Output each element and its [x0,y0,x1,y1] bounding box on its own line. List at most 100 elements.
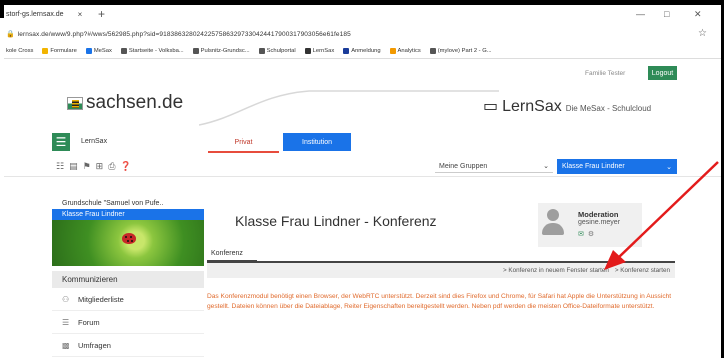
lock-icon: 🔒 [6,31,15,38]
sachsen-brand-text: sachsen.de [86,92,184,113]
sidebar-item-forum[interactable]: ☰ Forum [52,311,204,334]
help-icon[interactable]: ❓ [120,161,131,172]
bookmark-favicon-icon [120,48,127,54]
nav-menu-label[interactable]: LernSax [81,138,107,145]
avatar [542,209,564,237]
tab-konferenz[interactable]: Konferenz [207,246,257,262]
bookmark-label: MeSax [93,48,112,54]
bookmarks-bar: kole Cross Formulare MeSax Startseite - Vol… [4,44,721,59]
browser-tab[interactable]: storf-gs.lernsax.de × [4,5,84,24]
bookmark-label: Anmeldung [351,48,381,54]
bookmark-label: Pulsnitz-Grundsc... [200,48,250,54]
group-select-value: Meine Gruppen [439,162,488,170]
sitemap-icon[interactable]: ☷ [56,161,64,172]
monitor-icon: ▭ [483,98,499,115]
header-swoosh [199,90,499,126]
bookmark-favicon-icon [389,48,396,54]
add-icon[interactable]: ⊞ [96,161,104,172]
sidebar-item-members[interactable]: ⚇ Mitgliederliste [52,288,204,311]
bookmark-item[interactable]: MeSax [85,48,112,54]
bookmark-item[interactable]: Pulsnitz-Grundsc... [192,48,250,54]
conference-action-bar: > Konferenz in neuem Fenster starten > K… [207,263,675,278]
tool-row: ☷ ▤ ⚑ ⊞ ⎙ ❓ Meine Gruppen ⌄ Klasse Frau … [4,157,721,177]
lernsax-brand-text: LernSax [502,98,562,115]
bookmark-favicon-icon [343,48,350,54]
sidebar: Grundschule "Samuel von Pufe.. Klasse Fr… [52,196,204,357]
bookmark-item[interactable]: Analytics [389,48,421,54]
tab-institution[interactable]: Institution [283,133,351,151]
bookmark-item[interactable]: (mylove) Part 2 - G... [429,48,492,54]
page-title: Klasse Frau Lindner - Konferenz [235,213,437,229]
brand-row: sachsen.de ▭ LernSax Die MeSax - Schulcl… [4,87,721,127]
moderator-name[interactable]: gesine.meyer [578,219,620,226]
gear-icon[interactable]: ⚙ [588,230,594,238]
tab-privat[interactable]: Privat [208,133,279,153]
bookmark-item[interactable]: Anmeldung [343,48,381,54]
bookmark-item[interactable]: Formulare [42,48,77,54]
print-icon[interactable]: ⎙ [108,161,115,172]
moderator-actions: ✉ ⚙ [578,230,594,238]
browser-tab-title: storf-gs.lernsax.de [6,11,64,18]
nav-row: ☰ LernSax Privat Institution [4,133,721,155]
bookmark-star-icon[interactable]: ☆ [698,28,707,39]
address-bar[interactable]: 🔒 lernsax.de/www/9.php?#/wws/562985.php?… [4,24,721,44]
members-icon: ⚇ [62,294,70,304]
class-select-value: Klasse Frau Lindner [562,163,625,170]
start-in-new-window-link[interactable]: > Konferenz in neuem Fenster starten [503,267,609,274]
bookmark-item[interactable]: Startseite - Volksba... [120,48,184,54]
hamburger-menu-icon[interactable]: ☰ [52,133,70,151]
bookmark-favicon-icon [258,48,265,54]
new-tab-icon[interactable]: + [98,7,105,21]
bookmark-favicon-icon [42,48,49,54]
bookmark-item[interactable]: LernSax [304,48,335,54]
bookmark-favicon-icon [429,48,436,54]
bookmark-label: Analytics [397,48,421,54]
bookmark-icon[interactable]: ⚑ [83,161,91,172]
tool-icons: ☷ ▤ ⚑ ⊞ ⎙ ❓ [56,161,132,172]
poll-icon: ▩ [62,340,70,350]
maximize-icon[interactable]: □ [664,9,669,19]
minimize-icon[interactable]: — [636,9,645,19]
forum-icon: ☰ [62,317,70,327]
sidebar-item-polls[interactable]: ▩ Umfragen [52,334,204,357]
bookmark-item[interactable]: Schulportal [258,48,296,54]
clipboard-icon[interactable]: ▤ [69,161,78,172]
lernsax-logo[interactable]: ▭ LernSax Die MeSax - Schulcloud [483,96,651,116]
ladybug-image [122,233,136,244]
avatar-body [542,223,564,235]
group-select[interactable]: Meine Gruppen ⌄ [435,160,553,173]
avatar-head [547,209,559,221]
lernsax-tagline: Die MeSax - Schulcloud [565,104,652,113]
bookmark-label: LernSax [312,48,335,54]
bookmark-label: kole Cross [6,48,34,54]
mail-icon[interactable]: ✉ [578,230,584,238]
url-text[interactable]: lernsax.de/www/9.php?#/wws/562985.php?si… [18,31,351,38]
logout-button[interactable]: Logout [648,66,677,80]
close-window-icon[interactable]: ✕ [694,9,702,20]
site-topbar: Familie Tester Logout [4,59,721,87]
moderation-title: Moderation [578,210,619,219]
sidebar-active-class[interactable]: Klasse Frau Lindner [52,209,204,220]
sidebar-item-label: Mitgliederliste [78,294,124,304]
bookmark-favicon-icon [304,48,311,54]
start-conference-link[interactable]: > Konferenz starten [615,267,670,274]
bookmark-favicon-icon [85,48,92,54]
bookmark-label: (mylove) Part 2 - G... [437,48,492,54]
class-select[interactable]: Klasse Frau Lindner ⌄ [557,159,677,174]
bookmark-label: Formulare [50,48,77,54]
sidebar-item-label: Forum [78,317,100,327]
bookmark-item[interactable]: kole Cross [6,48,33,54]
tab-close-icon[interactable]: × [78,10,83,19]
chevron-down-icon: ⌄ [543,163,549,170]
saxony-flag-icon [67,96,83,110]
bookmark-label: Schulportal [266,48,296,54]
sachsen-logo[interactable]: sachsen.de [67,92,183,114]
sidebar-item-label: Umfragen [78,340,111,350]
moderation-box: Moderation gesine.meyer ✉ ⚙ [538,203,642,247]
chevron-down-icon: ⌄ [666,163,672,171]
bookmark-favicon-icon [192,48,199,54]
school-name[interactable]: Grundschule "Samuel von Pufe.. [52,196,204,209]
group-image [52,220,204,266]
user-name: Familie Tester [585,70,626,77]
section-communicate[interactable]: Kommunizieren [52,271,204,288]
